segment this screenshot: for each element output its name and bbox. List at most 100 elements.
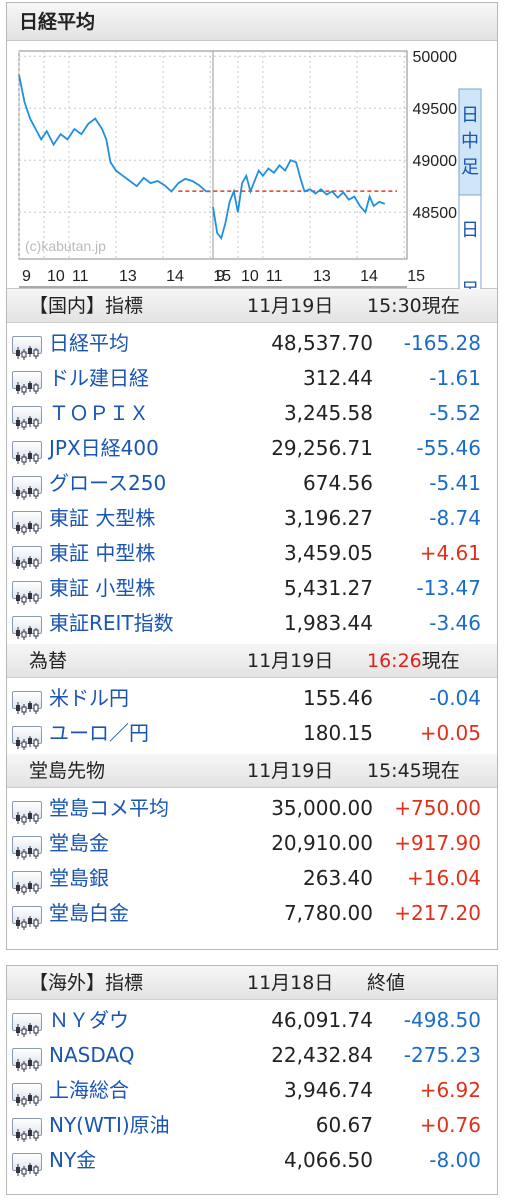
section-title: 為替 — [29, 650, 68, 672]
list-item[interactable]: JPX日経400 29,256.71 -55.46 — [7, 431, 497, 466]
section-time: 15:30現在 — [367, 295, 460, 317]
list-item[interactable]: 東証 大型株 3,196.27 -8.74 — [7, 501, 497, 536]
list-item[interactable]: 堂島白金 7,780.00 +217.20 — [7, 896, 497, 931]
item-name-link[interactable]: 東証 大型株 — [49, 501, 155, 536]
x-tick-label: 9 — [22, 268, 31, 285]
list-item[interactable]: 東証REIT指数 1,983.44 -3.46 — [7, 606, 497, 641]
nikkei-chart-svg: 50000 49500 49000 48500 9 10 11 13 14 15 9 10 11 13 14… — [18, 49, 482, 289]
section-header-forex: 為替 11月19日 16:26現在 — [7, 644, 497, 678]
item-name-link[interactable]: 堂島白金 — [49, 896, 129, 931]
list-item[interactable]: グロース250 674.56 -5.41 — [7, 466, 497, 501]
item-name-link[interactable]: NY(WTI)原油 — [49, 1108, 170, 1143]
item-name-link[interactable]: 米ドル円 — [49, 681, 129, 716]
item-change: +0.05 — [419, 721, 481, 745]
item-value: 29,256.71 — [271, 436, 373, 460]
overseas-index-list: ＮＹダウ 46,091.74 -498.50 NASDAQ 22,432.84 -275.… — [7, 1000, 497, 1181]
item-name-link[interactable]: 上海総合 — [49, 1073, 129, 1108]
x-tick-label: 10 — [241, 268, 259, 285]
item-name-link[interactable]: ＮＹダウ — [49, 1003, 129, 1038]
chart-icon[interactable] — [12, 441, 42, 465]
chart-icon[interactable] — [12, 871, 42, 895]
item-name-link[interactable]: グロース250 — [49, 466, 166, 501]
chart-title: 日経平均 — [7, 3, 497, 41]
item-value: 48,537.70 — [271, 331, 373, 355]
list-item[interactable]: ＮＹダウ 46,091.74 -498.50 — [7, 1003, 497, 1038]
y-tick-label: 49000 — [413, 153, 458, 170]
list-item[interactable]: NY(WTI)原油 60.67 +0.76 — [7, 1108, 497, 1143]
chart-icon[interactable] — [12, 836, 42, 860]
chart-icon[interactable] — [12, 371, 42, 395]
section-time: 16:26現在 — [367, 644, 460, 678]
chart-icon[interactable] — [12, 801, 42, 825]
item-name-link[interactable]: NASDAQ — [49, 1038, 134, 1073]
item-change: +16.04 — [406, 866, 481, 890]
list-item[interactable]: ドル建日経 312.44 -1.61 — [7, 361, 497, 396]
list-item[interactable]: 堂島金 20,910.00 +917.90 — [7, 826, 497, 861]
item-name-link[interactable]: 堂島コメ平均 — [49, 791, 169, 826]
list-item[interactable]: 日経平均 48,537.70 -165.28 — [7, 326, 497, 361]
item-value: 3,459.05 — [283, 541, 373, 565]
item-change: +750.00 — [394, 796, 481, 820]
list-item[interactable]: ＴＯＰＩＸ 3,245.58 -5.52 — [7, 396, 497, 431]
y-tick-label: 49500 — [413, 101, 458, 118]
list-item[interactable]: NY金 4,066.50 -8.00 — [7, 1143, 497, 1178]
item-change: -8.00 — [429, 1148, 481, 1172]
item-value: 46,091.74 — [271, 1008, 373, 1032]
x-tick-label: 14 — [360, 268, 378, 285]
item-name-link[interactable]: 東証REIT指数 — [49, 606, 174, 641]
list-item[interactable]: 堂島銀 263.40 +16.04 — [7, 861, 497, 896]
dojima-futures-list: 堂島コメ平均 35,000.00 +750.00 堂島金 20,910.00 +917.9… — [7, 788, 497, 934]
x-tick-label: 11 — [72, 268, 89, 285]
intraday-toggle-label: 足 — [461, 157, 479, 178]
chart-icon[interactable] — [12, 726, 42, 750]
chart-icon[interactable] — [12, 406, 42, 430]
section-date: 11月19日 — [247, 295, 334, 317]
item-value: 60.67 — [315, 1113, 373, 1137]
section-title: 【国内】指標 — [29, 295, 144, 317]
section-date: 11月19日 — [247, 760, 334, 782]
chart-icon[interactable] — [12, 476, 42, 500]
item-name-link[interactable]: JPX日経400 — [49, 431, 159, 466]
section-title: 【海外】指標 — [29, 972, 144, 994]
item-change: -165.28 — [403, 331, 481, 355]
item-value: 180.15 — [303, 721, 373, 745]
list-item[interactable]: NASDAQ 22,432.84 -275.23 — [7, 1038, 497, 1073]
chart-icon[interactable] — [12, 616, 42, 640]
item-name-link[interactable]: ドル建日経 — [49, 361, 149, 396]
item-value: 3,946.74 — [283, 1078, 373, 1102]
domestic-market-panel: 日経平均 50000 49500 49000 48500 9 10 11 13 14 15 9 10 1… — [6, 2, 498, 950]
list-item[interactable]: 東証 小型株 5,431.27 -13.47 — [7, 571, 497, 606]
intraday-toggle-label: 中 — [461, 131, 479, 152]
nikkei-chart[interactable]: 50000 49500 49000 48500 9 10 11 13 14 15 9 10 11 13 14… — [7, 41, 497, 289]
item-name-link[interactable]: 東証 小型株 — [49, 571, 155, 606]
section-time: 終値 — [367, 972, 406, 994]
item-change: -0.04 — [429, 686, 481, 710]
chart-icon[interactable] — [12, 1118, 42, 1142]
item-value: 155.46 — [303, 686, 373, 710]
item-name-link[interactable]: 堂島銀 — [49, 861, 109, 896]
chart-icon[interactable] — [12, 691, 42, 715]
chart-icon[interactable] — [12, 1013, 42, 1037]
chart-icon[interactable] — [12, 546, 42, 570]
chart-icon[interactable] — [12, 511, 42, 535]
list-item[interactable]: 東証 中型株 3,459.05 +4.61 — [7, 536, 497, 571]
list-item[interactable]: 米ドル円 155.46 -0.04 — [7, 681, 497, 716]
chart-icon[interactable] — [12, 1083, 42, 1107]
item-name-link[interactable]: ＴＯＰＩＸ — [49, 396, 149, 431]
x-tick-label: 11 — [266, 268, 283, 285]
list-item[interactable]: ユーロ／円 180.15 +0.05 — [7, 716, 497, 751]
item-name-link[interactable]: ユーロ／円 — [49, 716, 149, 751]
chart-icon[interactable] — [12, 1153, 42, 1177]
list-item[interactable]: 堂島コメ平均 35,000.00 +750.00 — [7, 791, 497, 826]
section-header-dojima: 堂島先物 11月19日 15:45現在 — [7, 754, 497, 788]
chart-icon[interactable] — [12, 906, 42, 930]
item-name-link[interactable]: 堂島金 — [49, 826, 109, 861]
chart-icon[interactable] — [12, 581, 42, 605]
section-time-updated: 16:26 — [367, 650, 422, 672]
item-name-link[interactable]: 東証 中型株 — [49, 536, 155, 571]
chart-icon[interactable] — [12, 1048, 42, 1072]
chart-icon[interactable] — [12, 336, 42, 360]
list-item[interactable]: 上海総合 3,946.74 +6.92 — [7, 1073, 497, 1108]
item-name-link[interactable]: NY金 — [49, 1143, 96, 1178]
item-name-link[interactable]: 日経平均 — [49, 326, 129, 361]
